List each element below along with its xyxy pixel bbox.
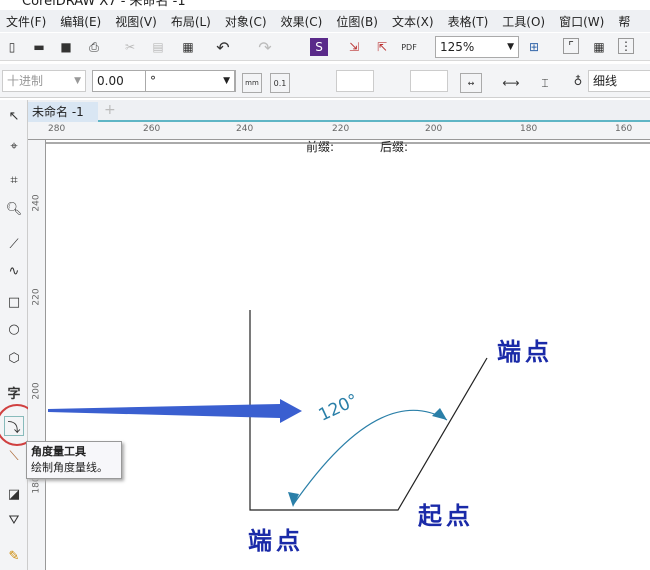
tooltip-title: 角度量工具 (31, 445, 86, 458)
pointer-arrow (48, 399, 302, 423)
dimension-arc (292, 409, 448, 506)
canvas-drawing (46, 142, 650, 511)
endpoint-label: 端点 (248, 526, 304, 555)
arc-arrowhead (432, 408, 447, 420)
endpoint-label: 端点 (497, 337, 553, 366)
tooltip-desc: 绘制角度量线。 (31, 461, 108, 474)
tooltip: 角度量工具 绘制角度量线。 (26, 441, 122, 479)
startpoint-label: 起点 (418, 501, 474, 530)
